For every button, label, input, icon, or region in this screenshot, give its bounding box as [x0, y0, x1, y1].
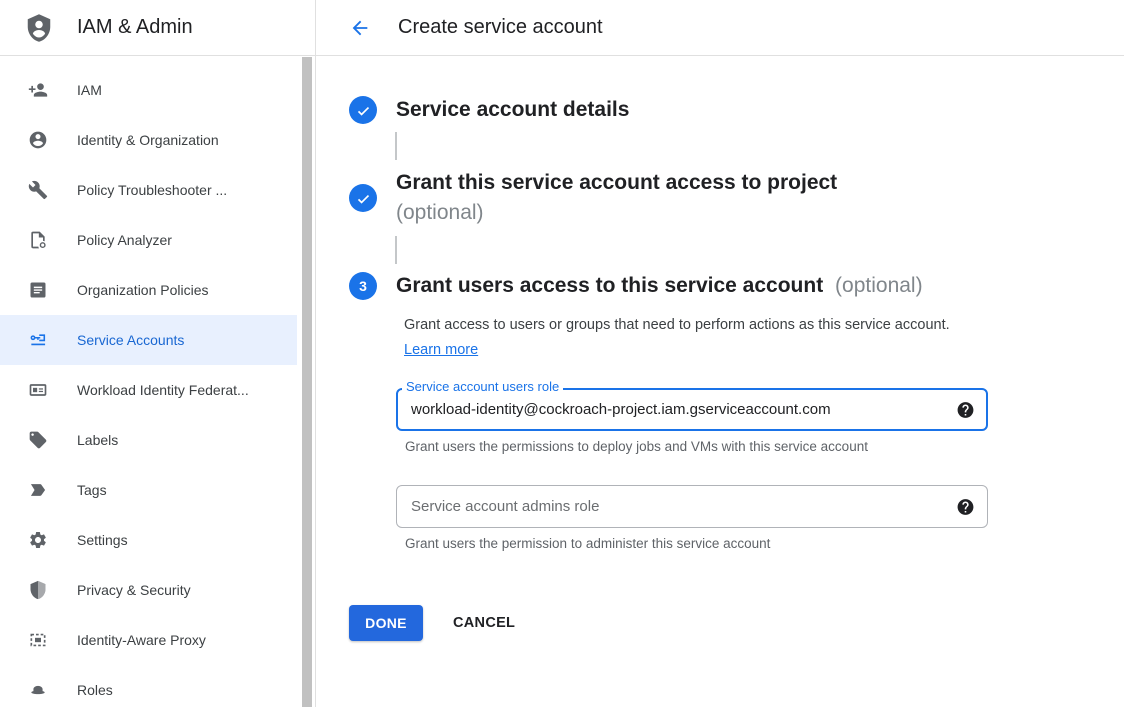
service-account-admins-role-field — [396, 485, 988, 528]
step-3-grant-users-access: 3 Grant users access to this service acc… — [349, 272, 1124, 300]
gear-icon — [28, 530, 48, 550]
step-title: Grant this service account access to pro… — [396, 168, 837, 228]
sidebar-item-label: Roles — [77, 682, 113, 698]
form-actions: DONE CANCEL — [349, 605, 1124, 641]
field-floating-label: Service account users role — [402, 379, 563, 394]
page-title: Create service account — [398, 16, 603, 39]
iam-shield-logo-icon — [24, 13, 54, 43]
wrench-icon — [28, 180, 48, 200]
tag-arrow-icon — [28, 480, 48, 500]
done-button[interactable]: DONE — [349, 605, 423, 641]
sidebar-item-settings[interactable]: Settings — [0, 515, 297, 565]
workload-identity-card-icon — [28, 380, 48, 400]
sidebar: IAM & Admin IAM Identity & Organization … — [0, 0, 316, 707]
sidebar-item-privacy-security[interactable]: Privacy & Security — [0, 565, 297, 615]
person-add-icon — [28, 80, 48, 100]
sidebar-item-roles[interactable]: Roles — [0, 665, 297, 707]
step-1-service-account-details: Service account details — [349, 96, 1124, 124]
learn-more-link[interactable]: Learn more — [404, 342, 478, 358]
sidebar-item-identity-aware-proxy[interactable]: Identity-Aware Proxy — [0, 615, 297, 665]
sidebar-item-workload-identity-federation[interactable]: Workload Identity Federat... — [0, 365, 297, 415]
service-accounts-key-icon — [28, 330, 48, 350]
service-account-users-role-input[interactable] — [396, 388, 988, 431]
service-account-admins-role-input[interactable] — [396, 485, 988, 528]
sidebar-item-label: Settings — [77, 532, 128, 548]
check-circle-icon — [349, 184, 377, 212]
stepper-connector — [395, 236, 397, 264]
sidebar-item-policy-troubleshooter[interactable]: Policy Troubleshooter ... — [0, 165, 297, 215]
main-body: Service account details Grant this servi… — [316, 56, 1124, 641]
sidebar-item-organization-policies[interactable]: Organization Policies — [0, 265, 297, 315]
sidebar-item-label: Workload Identity Federat... — [77, 382, 249, 398]
sidebar-header: IAM & Admin — [0, 0, 315, 56]
sidebar-item-label: Identity & Organization — [77, 132, 219, 148]
stepper-connector — [395, 132, 397, 160]
step-3-content: Grant access to users or groups that nee… — [396, 313, 1124, 551]
identity-aware-proxy-icon — [28, 630, 48, 650]
roles-hat-icon — [28, 680, 48, 700]
main-header: Create service account — [316, 0, 1124, 56]
sidebar-item-service-accounts[interactable]: Service Accounts — [0, 315, 297, 365]
sidebar-item-label: Policy Troubleshooter ... — [77, 182, 227, 198]
step-2-grant-access-to-project: Grant this service account access to pro… — [349, 168, 1124, 228]
org-policies-article-icon — [28, 280, 48, 300]
arrow-back-icon — [349, 17, 371, 39]
account-circle-icon — [28, 130, 48, 150]
sidebar-item-iam[interactable]: IAM — [0, 65, 297, 115]
sidebar-scrollbar-thumb[interactable] — [302, 57, 312, 707]
help-icon[interactable] — [956, 400, 975, 419]
sidebar-item-label: Organization Policies — [77, 282, 209, 298]
optional-label: (optional) — [835, 274, 923, 297]
sidebar-item-tags[interactable]: Tags — [0, 465, 297, 515]
service-account-users-role-field: Service account users role — [396, 388, 988, 431]
back-button[interactable] — [348, 16, 372, 40]
cancel-button[interactable]: CANCEL — [453, 615, 515, 631]
main-panel: Create service account Service account d… — [316, 0, 1124, 707]
step-title: Service account details — [396, 96, 629, 124]
sidebar-item-label: Labels — [77, 432, 118, 448]
sidebar-item-label: Identity-Aware Proxy — [77, 632, 206, 648]
sidebar-item-label: Service Accounts — [77, 332, 184, 348]
sidebar-item-identity-organization[interactable]: Identity & Organization — [0, 115, 297, 165]
sidebar-item-policy-analyzer[interactable]: Policy Analyzer — [0, 215, 297, 265]
step-number-badge: 3 — [349, 272, 377, 300]
sidebar-item-label: IAM — [77, 82, 102, 98]
policy-analyzer-doc-icon — [28, 230, 48, 250]
label-tag-icon — [28, 430, 48, 450]
step-description: Grant access to users or groups that nee… — [404, 313, 960, 363]
app-window: IAM & Admin IAM Identity & Organization … — [0, 0, 1124, 707]
field-helper-text: Grant users the permission to administer… — [405, 536, 1124, 551]
field-helper-text: Grant users the permissions to deploy jo… — [405, 439, 1124, 454]
sidebar-item-label: Privacy & Security — [77, 582, 191, 598]
optional-label: (optional) — [396, 198, 837, 228]
sidebar-item-label: Policy Analyzer — [77, 232, 172, 248]
sidebar-item-label: Tags — [77, 482, 107, 498]
help-icon[interactable] — [956, 497, 975, 516]
check-circle-icon — [349, 96, 377, 124]
sidebar-nav: IAM Identity & Organization Policy Troub… — [0, 56, 315, 707]
privacy-shield-icon — [28, 580, 48, 600]
step-title: Grant users access to this service accou… — [396, 272, 923, 300]
product-title: IAM & Admin — [77, 16, 193, 39]
sidebar-item-labels[interactable]: Labels — [0, 415, 297, 465]
